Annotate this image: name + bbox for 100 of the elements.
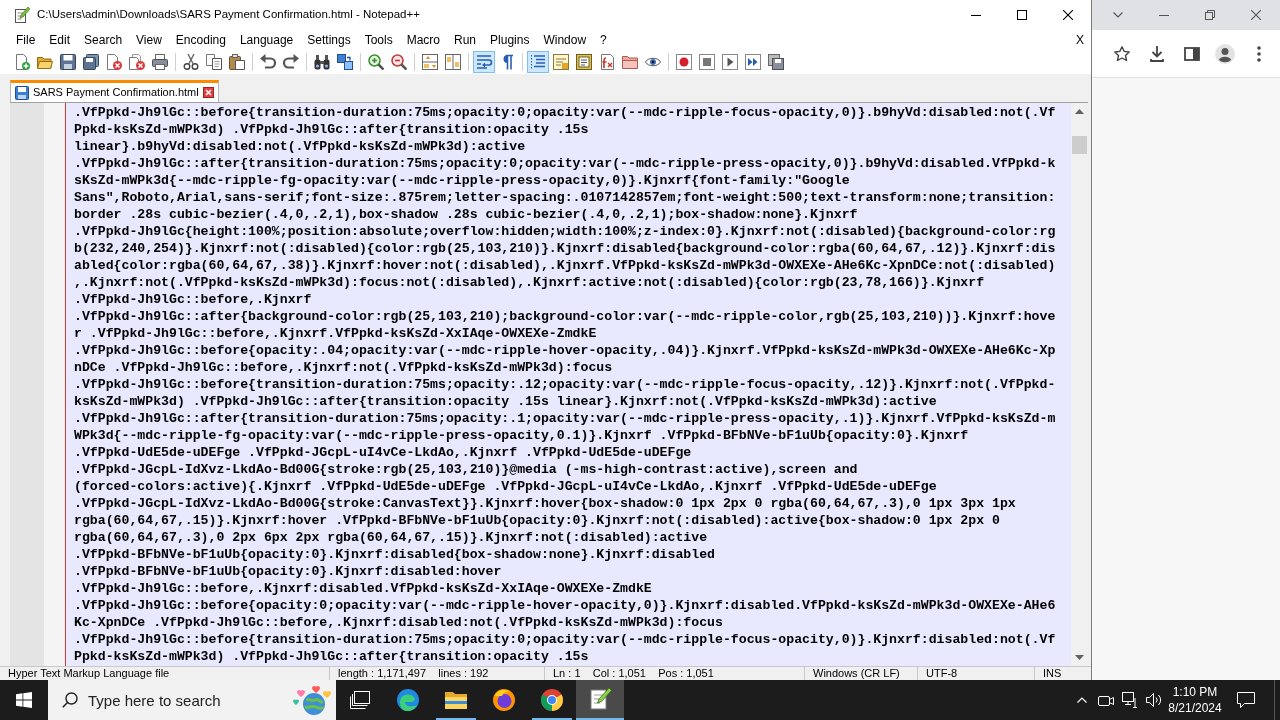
camera-icon[interactable] — [1098, 693, 1114, 707]
code-line: (forced-colors:active){.Kjnxrf .VfPpkd-UdE5de-uDEFge .VfPpkd-JGcpL-uI4vCe-LkdAo,.Kjnxrf .VfPpkd-UdE5de-uDEFge — [74, 478, 938, 495]
word-wrap-icon[interactable] — [472, 51, 495, 73]
play-icon[interactable] — [721, 54, 738, 70]
code-line: linear}.b9hyVd:disabled:not(.VfPpkd-ksKsZd-mWPk3d):active — [74, 138, 527, 155]
sync-vertical-icon[interactable] — [421, 54, 438, 70]
code-line: sKsZd-mWPk3d{--mdc-ripple-fg-opacity:var(--mdc-ripple-press-opacity,0)}.Kjnxrf{font-family:"Google — [74, 172, 851, 189]
code-line: ksKsZd-mWPk3d) .VfPpkd-Jh9lGc::after{transition:opacity .15s linear}.Kjnxrf:not(.VfPpkd-ksKsZd-mWPk3d):active — [74, 393, 938, 410]
code-line: rgba(60,64,67,.15)}.Kjnxrf:hover .VfPpkd-BFbNVe-bF1uUb{opacity:0}.Kjnxrf:not(:disabled):active{box-shadow:0 1px 2px 0 — [74, 512, 1001, 529]
insert-mode-label: INS — [1043, 667, 1062, 679]
browser-icon[interactable] — [540, 688, 564, 712]
close-icon[interactable] — [202, 87, 214, 98]
menu-item[interactable]: View — [129, 31, 169, 49]
code-line: Ppkd-ksKsZd-mWPk3d) .VfPpkd-Jh9lGc::after{transition:opacity .15s — [74, 121, 590, 138]
menu-item[interactable]: Tools — [357, 31, 400, 49]
network-icon[interactable] — [1122, 692, 1138, 708]
open-folder-icon[interactable] — [36, 54, 53, 70]
close-icon[interactable] — [1063, 10, 1073, 20]
swirl-icon[interactable] — [396, 688, 420, 712]
code-line: .VfPpkd-Jh9lGc::after{background-color:rgb(25,103,210);background-color:var(--mdc-ripple-color,rgb(25,103,210))}.Kjnxrf:hove — [74, 308, 1057, 325]
sync-horizontal-icon[interactable] — [444, 54, 461, 70]
file-type-label: Hyper Text Markup Language file — [8, 667, 170, 679]
close-all-icon[interactable] — [128, 54, 145, 70]
download-icon[interactable] — [1150, 45, 1164, 62]
code-line: Sans",Roboto,Arial,sans-serif;font-size:.875rem;letter-spacing:.0107142857em;font-weight:500;text-transform:none;transition: — [74, 189, 1057, 206]
menu-item[interactable]: Settings — [300, 31, 358, 49]
print-icon[interactable] — [151, 54, 168, 70]
zoom-out-icon[interactable] — [390, 54, 407, 70]
task-view-icon[interactable] — [350, 691, 370, 709]
redo-icon[interactable] — [282, 54, 299, 70]
play-multiple-icon[interactable] — [744, 54, 761, 70]
code-line: .VfPpkd-Jh9lGc::after{transition-duration:75ms;opacity:0;opacity:var(--mdc-ripple-press-opacity,0)}.b9hyVd:disabled.VfPpkd-k — [74, 155, 1057, 172]
code-line: .VfPpkd-Jh9lGc::before{transition-duration:75ms;opacity:0;opacity:var(--mdc-ripple-focus-opacity,0)}.Kjnxrf:disabled:not(.Vf — [74, 631, 1057, 648]
side-panel-icon[interactable] — [1184, 46, 1200, 61]
search-field[interactable]: Type here to search — [88, 680, 292, 720]
menu-item[interactable]: Window — [536, 31, 594, 49]
new-file-icon[interactable] — [13, 54, 30, 70]
code-line: .VfPpkd-Jh9lGc{height:100%;position:absolute;overflow:hidden;width:100%;z-index:0}.Kjnxrf:not(:disabled){background-color:rg — [74, 223, 1057, 240]
code-line: .VfPpkd-JGcpL-IdXvz-LkdAo-Bd00G{stroke:rgb(25,103,210)}@media (-ms-high-contrast:active),screen and — [74, 461, 859, 478]
menu-item[interactable]: Run — [447, 31, 484, 49]
code-line: .VfPpkd-Jh9lGc::before,.Kjnxrf:disabled.VfPpkd-ksKsZd-XxIAqe-OWXEXe-ZmdkE — [74, 580, 653, 597]
notification-icon[interactable] — [1237, 692, 1255, 708]
menu-item[interactable]: Search — [77, 31, 130, 49]
code-line: r .VfPpkd-Jh9lGc::before,.Kjnxrf.VfPpkd-ksKsZd-XxIAqe-OWXEXe-ZmdkE — [74, 325, 598, 342]
code-line: .VfPpkd-Jh9lGc::before{transition-duration:75ms;opacity:.12;opacity:var(--mdc-ripple-focus-opacity,.12)}.Kjnxrf:not(.VfPpkd- — [74, 376, 1057, 393]
clock-date[interactable]: 8/21/2024 — [1168, 700, 1222, 716]
speaker-icon[interactable] — [1146, 693, 1162, 707]
close-file-icon[interactable] — [105, 54, 122, 70]
function-list-icon[interactable] — [598, 54, 615, 70]
language-icon[interactable] — [552, 54, 569, 70]
code-line: .VfPpkd-Jh9lGc::before{opacity:.04;opacity:var(--mdc-ripple-hover-opacity,.04)}.Kjnxrf.VfPpkd-ksKsZd-mWPk3d-OWXEXe-AHe6Kc-Xp — [74, 342, 1057, 359]
copy-icon[interactable] — [205, 54, 222, 70]
save-all-icon[interactable] — [82, 54, 99, 70]
chevron-down-icon[interactable] — [1113, 12, 1123, 18]
menu-item[interactable]: File — [9, 31, 43, 49]
code-line: .VfPpkd-Jh9lGc::before{opacity:0;opacity:var(--mdc-ripple-hover-opacity,0)}.Kjnxrf:disabled.VfPpkd-ksKsZd-mWPk3d-OWXEXe-AHe6 — [74, 597, 1057, 614]
menu-item[interactable]: Language — [232, 31, 301, 49]
flame-globe-icon[interactable] — [492, 688, 516, 712]
scroll-thumb[interactable] — [1072, 136, 1087, 154]
profile-icon[interactable] — [1214, 43, 1235, 64]
menu-item[interactable]: Edit — [42, 31, 78, 49]
document-map-icon[interactable] — [575, 54, 592, 70]
menu-item[interactable]: Encoding — [168, 31, 233, 49]
cut-icon[interactable] — [182, 54, 199, 70]
close-document-button[interactable]: X — [1069, 31, 1091, 49]
more-icon[interactable] — [1257, 45, 1261, 62]
file-tab[interactable]: SARS Payment Confirmation.html — [10, 80, 219, 102]
line-ending-label: Windows (CR LF) — [813, 667, 900, 679]
menu-item[interactable]: ? — [593, 31, 614, 49]
stop-icon[interactable] — [698, 54, 715, 70]
restore-icon[interactable] — [1205, 10, 1215, 20]
encoding-label: UTF-8 — [926, 667, 958, 679]
code-line: .VfPpkd-JGcpL-IdXvz-LkdAo-Bd00G{stroke:CanvasText}}.Kjnxrf:hover{box-shadow:0 1px 2px 0 rgba(60,64,67,.3),0 1px 3px 1px — [74, 495, 1017, 512]
code-line: rgba(60,64,67,.3),0 2px 6px 2px rgba(60,64,67,.15)}.Kjnxrf:not(:disabled):active — [74, 529, 709, 546]
record-icon[interactable] — [675, 54, 692, 70]
undo-icon[interactable] — [259, 54, 276, 70]
code-line: WPk3d{--mdc-ripple-fg-opacity:var(--mdc-ripple-press-opacity,0.1)}.Kjnxrf .VfPpkd-BFbNVe-bF1uUb{opacity:0}.Kjnxrf — [74, 427, 970, 444]
notepad-icon[interactable] — [576, 680, 624, 718]
menu-item[interactable]: Macro — [399, 31, 447, 49]
zoom-in-icon[interactable] — [367, 54, 384, 70]
clock-time[interactable]: 1:10 PM — [1172, 684, 1218, 700]
code-line: .VfPpkd-Jh9lGc::before{transition-duration:75ms;opacity:0;opacity:var(--mdc-ripple-focus-opacity,0)}.b9hyVd:disabled:not(.Vf — [74, 104, 1057, 121]
scroll-down-arrow-icon[interactable] — [1075, 655, 1084, 660]
code-line: abled{color:rgba(60,64,67,.38)}.Kjnxrf:hover:not(:disabled),.Kjnxrf.VfPpkd-ksKsZd-mWPk3d-OWXEXe-AHe6Kc-XpnDCe:not(:disabled) — [74, 257, 1057, 274]
chevron-up-icon[interactable] — [1077, 697, 1087, 703]
minimize-icon[interactable] — [971, 14, 981, 16]
maximize-icon[interactable] — [1017, 10, 1027, 20]
scroll-up-arrow-icon[interactable] — [1075, 109, 1084, 114]
menu-item[interactable]: Plugins — [483, 31, 537, 49]
save-macro-icon[interactable] — [767, 54, 784, 70]
code-line: .VfPpkd-BFbNVe-bF1uUb{opacity:0}.Kjnxrf:disabled:hover — [74, 563, 503, 580]
code-line: nDCe .VfPpkd-Jh9lGc::before,.Kjnxrf:not(.VfPpkd-ksKsZd-mWPk3d):focus — [74, 359, 614, 376]
binoculars-icon[interactable] — [313, 54, 330, 70]
window-title: C:\Users\admin\Downloads\SARS Payment Confirmation.html - Notepad++ — [37, 7, 420, 23]
start-icon[interactable] — [16, 692, 32, 708]
paste-icon[interactable] — [228, 54, 245, 70]
replace-icon[interactable] — [336, 54, 353, 70]
indent-guide-icon[interactable] — [526, 51, 549, 73]
save-icon[interactable] — [59, 54, 76, 70]
star-icon[interactable] — [1114, 45, 1130, 62]
